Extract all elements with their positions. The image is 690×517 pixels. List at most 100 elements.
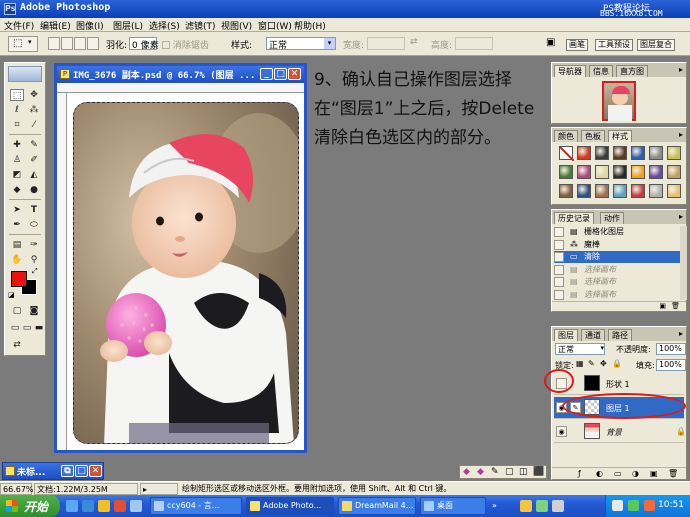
slice-tool-icon[interactable]: ⁄ <box>27 119 41 131</box>
adjustment-layer-icon[interactable]: ◑ <box>632 469 639 478</box>
tab-paths[interactable]: 路径 <box>608 329 632 341</box>
dodge-tool-icon[interactable]: ● <box>27 184 41 196</box>
tool-preset-picker[interactable]: ⬚ ▾ <box>8 36 38 52</box>
style-swatch[interactable] <box>667 165 681 179</box>
intersect-selection-button[interactable] <box>87 37 99 50</box>
file-browser-icon[interactable]: ▣ <box>546 37 555 48</box>
brush-tool-icon[interactable]: ✎ <box>27 139 41 151</box>
well-tab-tool-presets[interactable]: 工具预设 <box>595 39 633 51</box>
subtract-selection-button[interactable] <box>74 37 86 50</box>
menu-select[interactable]: 选择(S) <box>149 19 180 32</box>
style-swatch[interactable] <box>667 146 681 160</box>
tab-color[interactable]: 颜色 <box>554 130 578 142</box>
feather-input[interactable]: 0 像素 <box>129 37 159 51</box>
tab-navigator[interactable]: 导航器 <box>554 65 586 77</box>
volume-icon[interactable] <box>612 500 623 511</box>
trash-icon[interactable]: 🗑 <box>671 302 680 310</box>
palette-icon-2[interactable]: ◆ <box>477 467 484 477</box>
trash-icon[interactable]: 🗑 <box>668 469 678 478</box>
navigator-thumbnail[interactable] <box>602 81 636 121</box>
style-swatch[interactable] <box>631 146 645 160</box>
tab-layers[interactable]: 图层 <box>554 329 578 341</box>
tab-actions[interactable]: 动作 <box>600 212 624 224</box>
history-item[interactable]: ▤ 选择画布 <box>554 289 682 301</box>
move-tool-icon[interactable]: ✥ <box>27 89 41 101</box>
quicklaunch-ie-icon[interactable] <box>82 500 94 512</box>
style-swatch[interactable] <box>577 165 591 179</box>
history-source-checkbox[interactable] <box>554 277 564 287</box>
horizontal-ruler[interactable] <box>57 83 304 93</box>
ime-settings-icon[interactable] <box>552 500 564 512</box>
tab-styles[interactable]: 样式 <box>608 130 632 142</box>
type-tool-icon[interactable]: T <box>27 204 41 216</box>
history-item[interactable]: ⁂ 魔棒 <box>554 239 682 251</box>
style-swatch[interactable] <box>613 184 627 198</box>
style-swatch[interactable] <box>649 165 663 179</box>
crop-tool-icon[interactable]: ⌗ <box>10 119 24 131</box>
height-input[interactable] <box>455 37 493 50</box>
history-item[interactable]: ▭ 清除 <box>554 251 682 263</box>
document-window[interactable]: P IMG_3676 副本.psd @ 66.7% (图层 ... _ □ ✕ <box>54 63 307 453</box>
menu-edit[interactable]: 编辑(E) <box>40 19 71 32</box>
panel-menu-icon[interactable]: ▸ <box>679 65 683 74</box>
tab-history[interactable]: 历史记录 <box>554 212 594 224</box>
close-button[interactable]: ✕ <box>288 68 301 80</box>
paint-bucket-tool-icon[interactable]: ◭ <box>27 169 41 181</box>
rect-marquee-tool-icon[interactable]: ⬚ <box>10 89 24 101</box>
menu-layer[interactable]: 图层(L) <box>113 19 143 32</box>
status-arrow[interactable]: ▸ <box>140 483 178 495</box>
antialias-checkbox[interactable]: 消除锯齿 <box>162 38 209 51</box>
zoom-level[interactable]: 66.67% <box>0 483 34 495</box>
style-swatch[interactable] <box>559 146 575 162</box>
style-swatch[interactable] <box>649 146 663 160</box>
palette-icon-4[interactable]: ▢ <box>505 467 514 477</box>
eraser-tool-icon[interactable]: ◩ <box>10 169 24 181</box>
start-button[interactable]: 开始 <box>0 495 60 517</box>
style-swatch[interactable] <box>577 146 591 160</box>
style-swatch[interactable] <box>613 146 627 160</box>
add-mask-icon[interactable]: ◐ <box>596 469 603 478</box>
swap-colors-icon[interactable]: ⤢ <box>32 267 38 276</box>
minimized-document-window[interactable]: 未标... ⧉ □ ✕ <box>2 462 104 480</box>
quicklaunch-folder-icon[interactable] <box>98 500 110 512</box>
tab-swatches[interactable]: 色板 <box>581 130 605 142</box>
opacity-input[interactable]: 100% <box>656 343 686 355</box>
pen-tool-icon[interactable]: ✒ <box>10 219 24 231</box>
tray-app-icon[interactable] <box>644 500 655 511</box>
history-item[interactable]: ▤ 选择画布 <box>554 264 682 276</box>
history-item[interactable]: ▤ 栅格化图层 <box>554 226 682 238</box>
screen-mode-full-icon[interactable]: ▬ <box>32 322 46 334</box>
palette-icon-3[interactable]: ✎ <box>491 467 499 477</box>
tab-channels[interactable]: 通道 <box>581 329 605 341</box>
well-tab-brushes[interactable]: 画笔 <box>566 39 588 51</box>
ime-icon[interactable] <box>536 500 548 512</box>
healing-brush-tool-icon[interactable]: ✚ <box>10 139 24 151</box>
eye-icon[interactable]: ◉ <box>556 426 567 437</box>
history-source-checkbox[interactable] <box>554 227 564 237</box>
lock-transparency-icon[interactable]: ▦ <box>576 359 584 368</box>
layer-style-icon[interactable]: ƒ <box>578 469 581 478</box>
style-swatch[interactable] <box>559 165 573 179</box>
new-selection-button[interactable] <box>48 37 60 50</box>
clone-stamp-tool-icon[interactable]: ♙ <box>10 154 24 166</box>
history-source-checkbox[interactable] <box>554 252 564 262</box>
quicklaunch-app-icon[interactable] <box>114 500 126 512</box>
fill-input[interactable]: 100% <box>656 359 686 371</box>
palette-icon-6[interactable]: ⬛ <box>533 467 544 477</box>
lock-image-icon[interactable]: ✎ <box>588 359 595 368</box>
palette-icon-5[interactable]: ◫ <box>519 467 528 477</box>
taskbar-item-dreammail[interactable]: DreamMail 4... <box>338 497 416 515</box>
path-selection-tool-icon[interactable]: ➤ <box>10 204 24 216</box>
menu-filter[interactable]: 滤镜(T) <box>185 19 216 32</box>
zoom-tool-icon[interactable]: ⚲ <box>27 254 41 266</box>
blend-mode-select[interactable]: 正常 ▾ <box>555 343 605 355</box>
minimize-button[interactable]: _ <box>260 68 273 80</box>
history-source-checkbox[interactable] <box>554 239 564 250</box>
style-swatch[interactable] <box>631 184 645 198</box>
lasso-tool-icon[interactable]: ℓ <box>10 104 24 116</box>
restore-button[interactable]: ⧉ <box>61 465 74 477</box>
taskbar-item-browser[interactable]: ccy604 - 言... <box>150 497 242 515</box>
add-selection-button[interactable] <box>61 37 73 50</box>
jump-to-imageready-icon[interactable]: ⇄ <box>10 339 24 351</box>
well-tab-layer-comps[interactable]: 图层复合 <box>637 39 675 51</box>
